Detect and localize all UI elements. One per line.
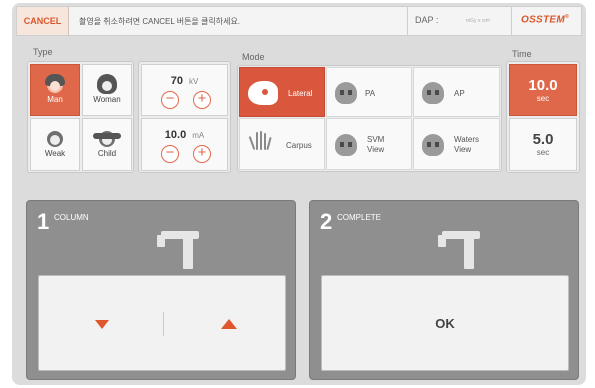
- exposure-panel: 70 kV − + 10.0 mA − +: [138, 61, 231, 173]
- type-man-label: Man: [47, 94, 63, 104]
- hand-icon: [248, 131, 272, 156]
- dap-unit: mGy x cm²: [466, 18, 491, 24]
- time-10-unit: sec: [536, 93, 550, 103]
- ma-unit: mA: [192, 131, 205, 140]
- dap-display: DAP : mGy x cm²: [407, 7, 512, 35]
- column-divider: [163, 312, 164, 336]
- type-child-label: Child: [97, 149, 117, 158]
- kv-control: 70 kV − +: [141, 64, 228, 116]
- cancel-notice: 촬영을 취소하려면 CANCEL 버튼을 클릭하세요.: [79, 17, 241, 26]
- svm-skull-icon: [335, 134, 357, 156]
- step-2-label: COMPLETE: [337, 213, 382, 222]
- step-1-number: 1: [37, 209, 50, 234]
- brand-mark: ®: [565, 14, 570, 20]
- waters-skull-icon: [422, 134, 444, 156]
- complete-device-icon: [438, 221, 486, 269]
- mode-section-label: Mode: [242, 52, 265, 62]
- type-child-button[interactable]: Child: [82, 118, 132, 171]
- time-5-value: 5.0: [532, 131, 554, 148]
- cancel-button[interactable]: CANCEL: [17, 7, 69, 35]
- mode-lateral-label: Lateral: [288, 89, 313, 98]
- column-control-box: [38, 275, 286, 371]
- mode-pa-label: PA: [365, 89, 376, 98]
- weak-icon: [47, 131, 63, 147]
- column-step-panel: 1 COLUMN: [26, 200, 296, 380]
- time-panel: 10.0 sec 5.0 sec: [506, 61, 580, 173]
- mode-pa-button[interactable]: PA: [326, 67, 412, 117]
- ok-label: OK: [435, 316, 455, 331]
- column-up-button[interactable]: [221, 319, 237, 329]
- step-2-number: 2: [320, 209, 333, 234]
- time-5-unit: sec: [536, 148, 550, 157]
- lateral-skull-icon: [248, 81, 278, 105]
- ma-plus-button[interactable]: +: [193, 145, 211, 163]
- ok-button[interactable]: OK: [321, 275, 569, 371]
- mode-carpus-label: Carpus: [286, 141, 312, 150]
- mode-waters-label-line2: View: [454, 145, 472, 154]
- woman-icon: [97, 73, 117, 94]
- type-section-label: Type: [33, 47, 53, 57]
- mode-carpus-button[interactable]: Carpus: [239, 118, 325, 170]
- type-woman-button[interactable]: Woman: [82, 64, 132, 116]
- top-bar: CANCEL 촬영을 취소하려면 CANCEL 버튼을 클릭하세요. DAP :…: [16, 6, 582, 36]
- type-woman-label: Woman: [93, 94, 121, 104]
- mode-lateral-button[interactable]: Lateral: [239, 67, 325, 117]
- ma-value: 10.0: [164, 129, 187, 141]
- kv-plus-button[interactable]: +: [193, 91, 211, 109]
- complete-step-panel: 2 COMPLETE OK: [309, 200, 579, 380]
- time-10-button[interactable]: 10.0 sec: [509, 64, 577, 116]
- brand-logo: OSSTEM®: [521, 14, 569, 25]
- ma-control: 10.0 mA − +: [141, 118, 228, 171]
- time-section-label: Time: [512, 49, 532, 59]
- type-weak-label: Weak: [44, 149, 66, 158]
- mode-waters-label-line1: Waters: [454, 135, 480, 144]
- mode-ap-button[interactable]: AP: [413, 67, 500, 117]
- mode-svm-label-line2: View: [367, 145, 385, 154]
- kv-minus-button[interactable]: −: [161, 91, 179, 109]
- kv-unit: kV: [188, 77, 199, 86]
- mode-svm-view-button[interactable]: SVM View: [326, 118, 412, 170]
- ma-minus-button[interactable]: −: [161, 145, 179, 163]
- dap-label: DAP :: [415, 15, 439, 25]
- child-icon: [93, 131, 121, 147]
- console-frame: CANCEL 촬영을 취소하려면 CANCEL 버튼을 클릭하세요. DAP :…: [12, 3, 586, 385]
- mode-ap-label: AP: [454, 89, 465, 98]
- mode-panel: Lateral PA AP Carpus SVM View Waters Vie…: [237, 65, 502, 172]
- type-weak-button[interactable]: Weak: [30, 118, 80, 171]
- time-10-value: 10.0: [528, 76, 558, 94]
- type-man-button[interactable]: Man: [30, 64, 80, 116]
- step-1-label: COLUMN: [54, 213, 89, 222]
- column-device-icon: [157, 221, 205, 269]
- ap-skull-icon: [422, 82, 444, 104]
- brand-name: OSSTEM: [521, 14, 566, 26]
- man-icon: [45, 73, 65, 93]
- pa-skull-icon: [335, 82, 357, 104]
- mode-svm-label-line1: SVM: [367, 135, 385, 144]
- mode-waters-view-button[interactable]: Waters View: [413, 118, 500, 170]
- time-5-button[interactable]: 5.0 sec: [509, 118, 577, 171]
- type-panel: Man Woman Weak Child: [27, 61, 134, 173]
- kv-value: 70: [170, 75, 183, 87]
- column-down-button[interactable]: [95, 320, 109, 329]
